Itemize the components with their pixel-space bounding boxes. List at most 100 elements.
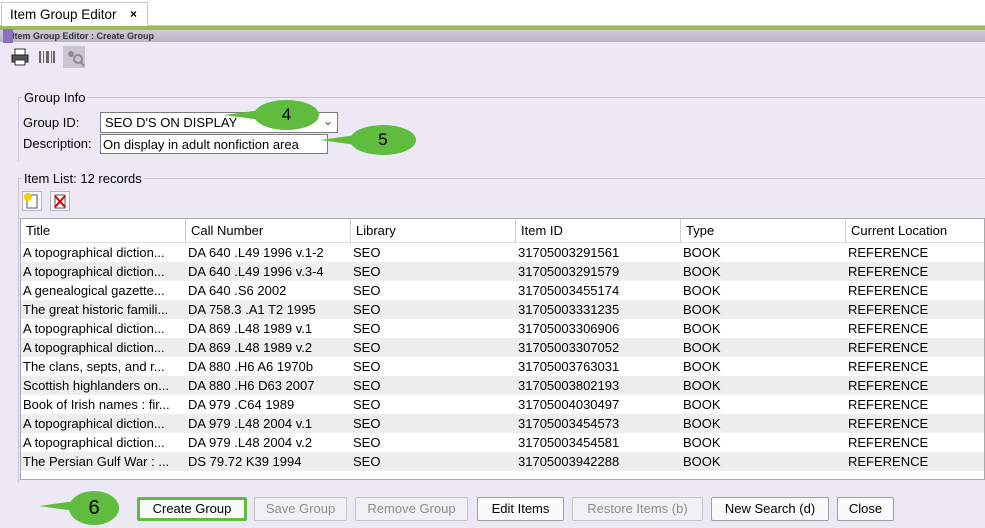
print-icon[interactable] — [9, 46, 31, 68]
cell-library: SEO — [353, 321, 381, 336]
cell-type: BOOK — [683, 283, 721, 298]
cell-type: BOOK — [683, 340, 721, 355]
cell-library: SEO — [353, 340, 381, 355]
cell-title: The Persian Gulf War : ... — [23, 454, 170, 469]
cell-call-number: DA 880 .H6 D63 2007 — [188, 378, 315, 393]
callout-6: 6 — [39, 491, 119, 525]
cell-item-id: 31705004030497 — [518, 397, 620, 412]
restore-items-button[interactable]: Restore Items (b) — [572, 497, 703, 521]
remove-group-button[interactable]: Remove Group — [355, 497, 468, 521]
cell-type: BOOK — [683, 321, 721, 336]
cell-call-number: DA 869 .L48 1989 v.2 — [188, 340, 313, 355]
cell-library: SEO — [353, 264, 381, 279]
cell-type: BOOK — [683, 245, 721, 260]
close-tab-icon[interactable]: × — [130, 7, 137, 21]
cell-item-id: 31705003306906 — [518, 321, 620, 336]
column-header-current-location[interactable]: Current Location — [846, 219, 984, 243]
create-group-button[interactable]: Create Group — [137, 497, 247, 521]
item-list-legend: Item List: 12 records — [22, 171, 144, 186]
cell-call-number: DA 979 .C64 1989 — [188, 397, 295, 412]
table-header: Title Call Number Library Item ID Type C… — [21, 219, 984, 243]
cell-title: Scottish highlanders on... — [23, 378, 169, 393]
window-title-bar: Item Group Editor : Create Group — [0, 29, 985, 43]
cell-call-number: DA 880 .H6 A6 1970b — [188, 359, 314, 374]
cell-library: SEO — [353, 435, 381, 450]
cell-library: SEO — [353, 245, 381, 260]
cell-library: SEO — [353, 378, 381, 393]
column-header-call-number[interactable]: Call Number — [186, 219, 351, 243]
description-label: Description: — [23, 136, 92, 151]
cell-title: A topographical diction... — [23, 340, 165, 355]
cell-library: SEO — [353, 416, 381, 431]
edit-items-button[interactable]: Edit Items — [477, 497, 564, 521]
cell-title: A topographical diction... — [23, 245, 165, 260]
column-header-type[interactable]: Type — [681, 219, 846, 243]
cell-current-location: REFERENCE — [848, 302, 929, 317]
callout-4: 4 — [224, 100, 319, 130]
cell-call-number: DA 640 .L49 1996 v.1-2 — [188, 245, 324, 260]
cell-item-id: 31705003455174 — [518, 283, 620, 298]
cell-library: SEO — [353, 302, 381, 317]
save-group-button[interactable]: Save Group — [254, 497, 347, 521]
cell-title: A topographical diction... — [23, 264, 165, 279]
table-row[interactable]: Scottish highlanders on... DA 880 .H6 D63… — [21, 376, 984, 395]
cell-call-number: DA 869 .L48 1989 v.1 — [188, 321, 313, 336]
cell-item-id: 31705003454581 — [518, 435, 620, 450]
cell-item-id: 31705003291579 — [518, 264, 620, 279]
cell-library: SEO — [353, 283, 381, 298]
cell-title: The clans, septs, and r... — [23, 359, 165, 374]
cell-current-location: REFERENCE — [848, 416, 929, 431]
search-people-icon[interactable] — [63, 46, 85, 68]
cell-title: The great historic famili... — [23, 302, 169, 317]
cell-library: SEO — [353, 454, 381, 469]
table-row[interactable]: The Persian Gulf War : ... DS 79.72 K39 1… — [21, 452, 984, 471]
cell-call-number: DS 79.72 K39 1994 — [188, 454, 302, 469]
cell-type: BOOK — [683, 359, 721, 374]
cell-item-id: 31705003454573 — [518, 416, 620, 431]
cell-type: BOOK — [683, 416, 721, 431]
cell-current-location: REFERENCE — [848, 454, 929, 469]
column-header-library[interactable]: Library — [351, 219, 516, 243]
description-field[interactable]: On display in adult nonfiction area — [100, 134, 328, 154]
cell-title: A genealogical gazette... — [23, 283, 165, 298]
cell-type: BOOK — [683, 378, 721, 393]
close-button[interactable]: Close — [837, 497, 894, 521]
cell-current-location: REFERENCE — [848, 359, 929, 374]
table-row[interactable]: A topographical diction... DA 869 .L48 19… — [21, 319, 984, 338]
table-row[interactable]: The great historic famili... DA 758.3 .A1… — [21, 300, 984, 319]
window-icon — [3, 29, 13, 43]
item-list-table[interactable]: Title Call Number Library Item ID Type C… — [20, 218, 985, 480]
cell-library: SEO — [353, 397, 381, 412]
cell-current-location: REFERENCE — [848, 321, 929, 336]
chevron-down-icon[interactable]: ⌄ — [323, 114, 333, 128]
barcode-icon[interactable] — [36, 46, 58, 68]
tab-item-group-editor[interactable]: Item Group Editor × — [1, 2, 148, 26]
callout-5: 5 — [320, 125, 416, 155]
cell-call-number: DA 979 .L48 2004 v.2 — [188, 435, 313, 450]
table-row[interactable]: A topographical diction... DA 979 .L48 20… — [21, 433, 984, 452]
table-row[interactable]: A topographical diction... DA 869 .L48 19… — [21, 338, 984, 357]
cell-title: A topographical diction... — [23, 321, 165, 336]
cell-call-number: DA 640 .S6 2002 — [188, 283, 287, 298]
remove-item-icon[interactable] — [50, 191, 70, 211]
column-header-item-id[interactable]: Item ID — [516, 219, 681, 243]
cell-current-location: REFERENCE — [848, 397, 929, 412]
column-header-title[interactable]: Title — [21, 219, 186, 243]
group-info-legend: Group Info — [22, 90, 88, 105]
cell-item-id: 31705003331235 — [518, 302, 620, 317]
table-row[interactable]: A genealogical gazette... DA 640 .S6 2002… — [21, 281, 984, 300]
cell-item-id: 31705003763031 — [518, 359, 620, 374]
table-row[interactable]: Book of Irish names : fir... DA 979 .C64 … — [21, 395, 984, 414]
table-row[interactable]: The clans, septs, and r... DA 880 .H6 A6 … — [21, 357, 984, 376]
table-row[interactable]: A topographical diction... DA 640 .L49 19… — [21, 243, 984, 262]
table-row[interactable]: A topographical diction... DA 979 .L48 20… — [21, 414, 984, 433]
cell-current-location: REFERENCE — [848, 340, 929, 355]
cell-current-location: REFERENCE — [848, 245, 929, 260]
cell-type: BOOK — [683, 264, 721, 279]
new-search-button[interactable]: New Search (d) — [711, 497, 829, 521]
cell-call-number: DA 758.3 .A1 T2 1995 — [188, 302, 316, 317]
add-item-icon[interactable] — [22, 191, 42, 211]
cell-current-location: REFERENCE — [848, 435, 929, 450]
table-row[interactable]: A topographical diction... DA 640 .L49 19… — [21, 262, 984, 281]
cell-title: A topographical diction... — [23, 416, 165, 431]
